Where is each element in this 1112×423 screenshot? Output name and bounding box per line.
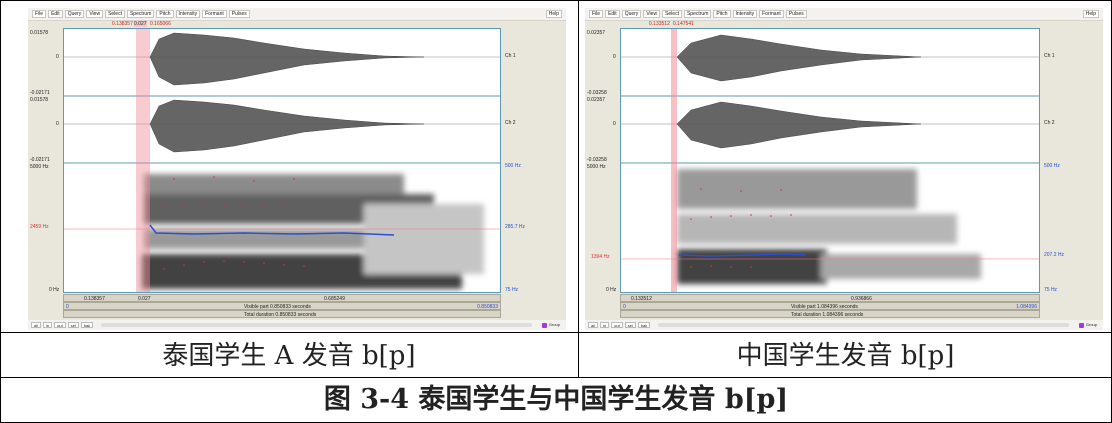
pitch-mid-label: 207.2 Hz [1044, 252, 1065, 258]
ch1-top-label: 0.01578 [30, 30, 49, 36]
time-row-3[interactable]: Total duration 1.084396 seconds [620, 310, 1040, 318]
waveform-spectrogram-svg [621, 29, 1039, 292]
praat-window-left: File Edit Query View Select Spectrum Pit… [28, 8, 566, 330]
menu-spectrum[interactable]: Spectrum [683, 10, 712, 18]
menu-view[interactable]: View [86, 10, 104, 18]
waveform-spectrogram-svg [64, 29, 500, 292]
horizontal-scrollbar[interactable] [101, 323, 532, 327]
menu-intensity[interactable]: Intensity [732, 10, 758, 18]
selection-end-readout: 0.147541 [673, 21, 694, 27]
menu-edit[interactable]: Edit [48, 10, 63, 18]
menu-select[interactable]: Select [662, 10, 682, 18]
total-duration: Total duration 1.084396 seconds [791, 312, 864, 318]
ch2-bottom-label: -0.03258 [587, 157, 607, 163]
spectrogram-top-label: 5000 Hz [30, 164, 49, 170]
menu-edit[interactable]: Edit [605, 10, 620, 18]
menu-intensity[interactable]: Intensity [175, 10, 201, 18]
in-button[interactable]: in [43, 322, 53, 328]
sound-area[interactable] [620, 28, 1040, 293]
menu-query[interactable]: Query [621, 10, 642, 18]
ch2-top-label: 0.01578 [30, 97, 49, 103]
menu-pulses[interactable]: Pulses [785, 10, 807, 18]
menu-file[interactable]: File [32, 10, 47, 18]
out-button[interactable]: out [54, 322, 66, 328]
total-duration: Total duration 0.850833 seconds [244, 312, 317, 318]
bak-button[interactable]: bak [80, 322, 94, 328]
menu-file[interactable]: File [589, 10, 604, 18]
channel-1-label[interactable]: Ch 1 [505, 53, 516, 59]
ch1-bottom-label: -0.02171 [30, 90, 50, 96]
menu-pulses[interactable]: Pulses [228, 10, 250, 18]
ch2-zero-label: 0 [56, 121, 59, 127]
group-label: Group [1085, 322, 1097, 328]
menu-spectrum[interactable]: Spectrum [126, 10, 155, 18]
checkbox-icon [541, 322, 547, 328]
selection-end-readout: 0.165066 [150, 21, 171, 27]
column-divider [578, 0, 579, 378]
channel-2-label[interactable]: Ch 2 [505, 120, 516, 126]
pitch-mid-label: 285.7 Hz [505, 224, 526, 230]
sel-button[interactable]: sel [67, 322, 79, 328]
menu-pitch[interactable]: Pitch [156, 10, 174, 18]
in-button[interactable]: in [600, 322, 610, 328]
sound-area[interactable] [63, 28, 501, 293]
ch1-bottom-label: -0.03258 [587, 90, 607, 96]
menu-view[interactable]: View [643, 10, 661, 18]
selection-length-readout: 0.027 [134, 21, 147, 27]
bak-button[interactable]: bak [637, 322, 651, 328]
ch1-zero-label: 0 [56, 54, 59, 60]
bottom-toolbar: all in out sel bak Group [28, 320, 566, 330]
pitch-bottom-label: 75 Hz [505, 287, 519, 293]
spectrogram-cursor-label: 1394 Hz [591, 254, 610, 260]
pitch-top-label: 500 Hz [505, 163, 521, 169]
spectrogram-top-label: 5000 Hz [587, 164, 606, 170]
menu-formant[interactable]: Formant [759, 10, 784, 18]
horizontal-scrollbar[interactable] [658, 323, 1069, 327]
menu-pitch[interactable]: Pitch [713, 10, 731, 18]
group-checkbox[interactable]: Group [541, 322, 560, 328]
ch1-zero-label: 0 [613, 54, 616, 60]
all-button[interactable]: all [31, 322, 42, 328]
bottom-toolbar: all in out sel bak Group [585, 320, 1103, 330]
pitch-top-label: 500 Hz [1044, 163, 1060, 169]
out-button[interactable]: out [611, 322, 623, 328]
right-caption: 中国学生发音 b[p] [736, 341, 955, 371]
channel-2-label[interactable]: Ch 2 [1044, 120, 1055, 126]
group-label: Group [548, 322, 560, 328]
spectrogram-bottom-label: 0 Hz [606, 287, 617, 293]
spectrogram-bottom-label: 0 Hz [49, 287, 60, 293]
channel-1-label[interactable]: Ch 1 [1044, 53, 1055, 59]
menu-bar: File Edit Query View Select Spectrum Pit… [585, 8, 1103, 21]
group-checkbox[interactable]: Group [1078, 322, 1097, 328]
pitch-bottom-label: 75 Hz [1044, 287, 1058, 293]
praat-window-right: File Edit Query View Select Spectrum Pit… [585, 8, 1103, 330]
time-row-1[interactable]: 0.138357 0.027 0.685249 [63, 294, 501, 302]
ch2-bottom-label: -0.02171 [30, 157, 50, 163]
menu-query[interactable]: Query [64, 10, 85, 18]
sel-button[interactable]: sel [624, 322, 636, 328]
row-divider-2 [0, 377, 1112, 378]
menu-help[interactable]: Help [545, 10, 562, 18]
all-button[interactable]: all [588, 322, 599, 328]
ch1-top-label: 0.02357 [587, 30, 606, 36]
selection-start-readout: 0.133512 [649, 21, 670, 27]
menu-select[interactable]: Select [105, 10, 125, 18]
menu-bar: File Edit Query View Select Spectrum Pit… [28, 8, 566, 21]
selection-start-readout: 0.138357 [112, 21, 133, 27]
menu-formant[interactable]: Formant [202, 10, 227, 18]
row-divider-1 [0, 332, 1112, 333]
figure-caption: 图 3-4 泰国学生与中国学生发音 b[p] [323, 384, 789, 415]
checkbox-icon [1078, 322, 1084, 328]
spectrogram-cursor-label: 2459 Hz [30, 224, 49, 230]
ch2-zero-label: 0 [613, 121, 616, 127]
time-row-1[interactable]: 0.133512 0.936866 [620, 294, 1040, 302]
menu-help[interactable]: Help [1082, 10, 1099, 18]
time-row-2[interactable]: 0 Visible part 1.084396 seconds 1.084396 [620, 302, 1040, 310]
ch2-top-label: 0.02357 [587, 97, 606, 103]
time-row-3[interactable]: Total duration 0.850833 seconds [63, 310, 501, 318]
time-row-2[interactable]: 0 Visible part 0.850833 seconds 0.850833 [63, 302, 501, 310]
left-caption: 泰国学生 A 发音 b[p] [162, 341, 416, 371]
